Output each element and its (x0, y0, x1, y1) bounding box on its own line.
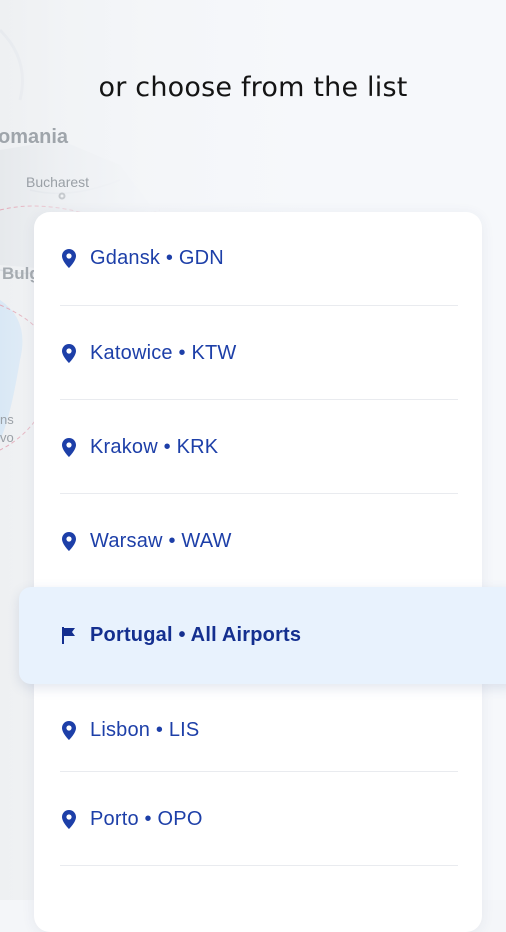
map-label-partial-2: vo (0, 430, 14, 445)
flag-icon (60, 626, 78, 646)
list-item-label: Katowice • KTW (90, 341, 237, 364)
location-pin-icon (60, 437, 78, 457)
list-item-label: Porto • OPO (90, 807, 203, 830)
map-label-partial-1: ns (0, 412, 14, 427)
list-item-label: Gdansk • GDN (90, 246, 224, 269)
list-item-gdansk[interactable]: Gdansk • GDN (60, 211, 458, 305)
list-item-label: Krakow • KRK (90, 435, 219, 458)
location-pin-icon (60, 531, 78, 551)
list-item-warsaw[interactable]: Warsaw • WAW (60, 494, 458, 588)
map-label-bucharest: Bucharest (26, 174, 90, 190)
list-item-katowice[interactable]: Katowice • KTW (60, 306, 458, 400)
list-item-portugal-selected[interactable]: Portugal • All Airports (19, 587, 506, 684)
location-pin-icon (60, 809, 78, 829)
divider (60, 865, 458, 866)
location-pin-icon (60, 248, 78, 268)
page-title: or choose from the list (98, 72, 408, 103)
list-item-porto[interactable]: Porto • OPO (60, 772, 458, 866)
location-pin-icon (60, 343, 78, 363)
map-label-romania: omania (0, 126, 69, 148)
list-item-label: Warsaw • WAW (90, 529, 232, 552)
list-item-label: Lisbon • LIS (90, 718, 200, 741)
list-item-lisbon[interactable]: Lisbon • LIS (60, 683, 458, 777)
list-item-krakow[interactable]: Krakow • KRK (60, 400, 458, 494)
location-pin-icon (60, 720, 78, 740)
list-item-label: Portugal • All Airports (90, 624, 302, 646)
